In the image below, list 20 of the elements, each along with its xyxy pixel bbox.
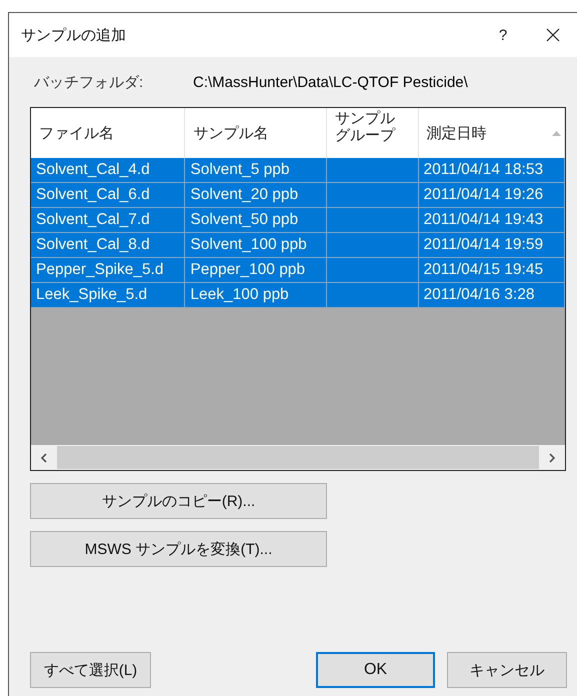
batch-folder-path: C:\MassHunter\Data\LC-QTOF Pesticide\: [193, 74, 468, 90]
dialog-button[interactable]: すべて選択(L): [30, 652, 151, 688]
scrollbar-thumb[interactable]: [57, 446, 539, 469]
action-button[interactable]: サンプルのコピー(R)...: [30, 483, 327, 519]
table-row[interactable]: Pepper_Spike_5.d Pepper_100 ppb 2011/04/15 19:45: [31, 258, 565, 283]
close-icon: [546, 28, 560, 42]
action-button[interactable]: MSWS サンプルを変換(T)...: [30, 531, 327, 567]
scroll-left-icon[interactable]: [40, 452, 48, 462]
table-row[interactable]: Solvent_Cal_7.d Solvent_50 ppb 2011/04/14 19:43: [31, 208, 565, 233]
table-row[interactable]: Solvent_Cal_6.d Solvent_20 ppb 2011/04/14 19:26: [31, 183, 565, 208]
dialog-button[interactable]: OK: [316, 652, 435, 688]
table-row[interactable]: Leek_Spike_5.d Leek_100 ppb 2011/04/16 3:28: [31, 283, 565, 308]
batch-folder-label: バッチフォルダ:: [33, 72, 144, 92]
scroll-right-icon[interactable]: [548, 452, 556, 462]
window-title: サンプルの追加: [21, 26, 127, 44]
table-row[interactable]: Solvent_Cal_8.d Solvent_100 ppb 2011/04/14 19:59: [31, 233, 565, 258]
help-button[interactable]: ?: [480, 13, 526, 57]
horizontal-scrollbar[interactable]: [31, 445, 565, 470]
dialog-button[interactable]: キャンセル: [447, 652, 567, 688]
table-row[interactable]: Solvent_Cal_4.d Solvent_5 ppb 2011/04/14 18:53: [31, 158, 565, 183]
